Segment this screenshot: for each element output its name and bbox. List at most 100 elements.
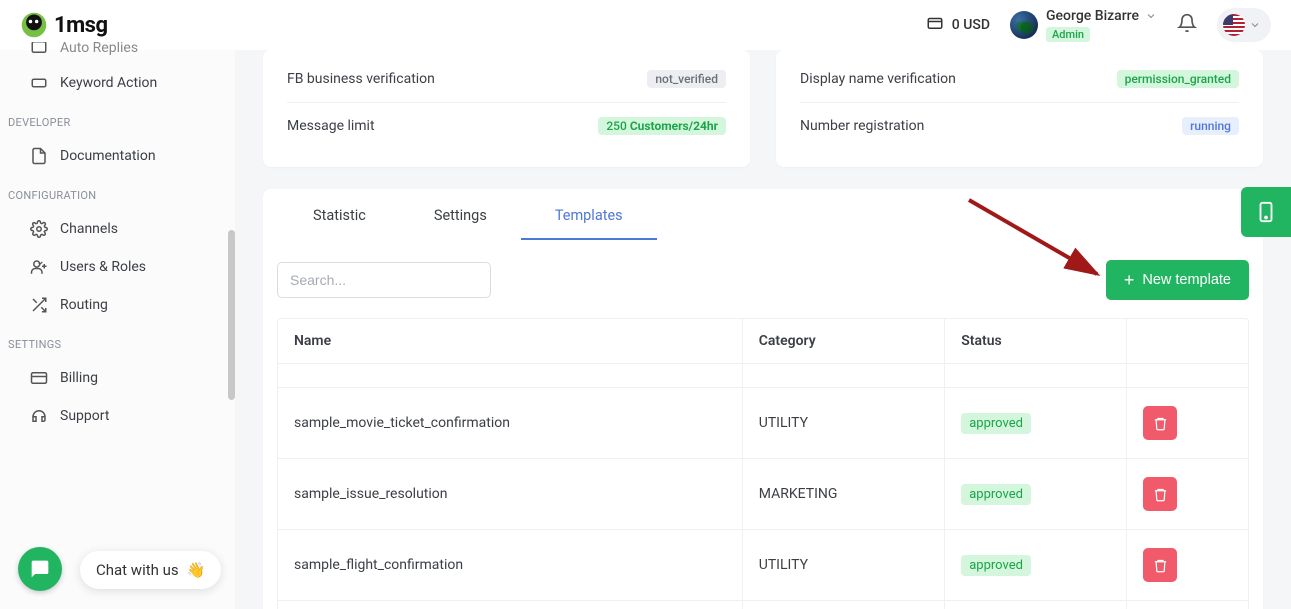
sidebar-group-settings: SETTINGS xyxy=(0,324,235,359)
th-name[interactable]: Name xyxy=(277,318,743,364)
th-category[interactable]: Category xyxy=(743,318,945,364)
sidebar-label: Auto Replies xyxy=(60,42,138,56)
cell-name: sample_movie_ticket_confirmation xyxy=(277,388,743,459)
sidebar: Auto Replies Keyword Action DEVELOPER Do… xyxy=(0,50,235,609)
wallet-icon xyxy=(926,14,944,36)
shuffle-icon xyxy=(30,296,48,314)
bell-icon[interactable] xyxy=(1177,13,1197,37)
th-actions xyxy=(1127,318,1249,364)
tab-statistic[interactable]: Statistic xyxy=(279,189,400,240)
delete-button[interactable] xyxy=(1143,548,1177,582)
reply-icon xyxy=(30,42,48,56)
preview-device-fab[interactable] xyxy=(1241,187,1291,237)
status-pill: approved xyxy=(961,555,1031,576)
card-label: Message limit xyxy=(287,118,375,134)
chat-bubble[interactable]: Chat with us 👋 xyxy=(80,551,221,589)
status-pill: approved xyxy=(961,484,1031,505)
card-fb-status: FB business verification not_verified Me… xyxy=(263,50,750,167)
delete-button[interactable] xyxy=(1143,406,1177,440)
chevron-down-icon xyxy=(1249,19,1261,31)
new-template-button[interactable]: + New template xyxy=(1106,260,1249,300)
card-label: Display name verification xyxy=(800,71,956,87)
sidebar-label: Channels xyxy=(60,221,118,237)
trash-icon xyxy=(1153,487,1168,502)
table-row: sample_issue_resolution MARKETING approv… xyxy=(277,459,1249,530)
cell-status: approved xyxy=(945,459,1127,530)
headset-icon xyxy=(30,407,48,425)
chat-icon xyxy=(30,559,50,579)
brand-mark-icon xyxy=(20,11,48,39)
sidebar-item-billing[interactable]: Billing xyxy=(0,359,235,397)
avatar xyxy=(1010,11,1038,39)
cell-status: approved xyxy=(945,601,1127,609)
status-badge: not_verified xyxy=(647,70,726,88)
tab-settings[interactable]: Settings xyxy=(400,189,521,240)
chat-fab[interactable] xyxy=(18,547,62,591)
document-icon xyxy=(30,147,48,165)
sidebar-group-configuration: CONFIGURATION xyxy=(0,175,235,210)
cell-name: sample_flight_confirmation xyxy=(277,530,743,601)
delete-button[interactable] xyxy=(1143,477,1177,511)
card-row: Message limit 250 Customers/24hr xyxy=(287,103,726,149)
sidebar-item-routing[interactable]: Routing xyxy=(0,286,235,324)
sidebar-item-keyword-action[interactable]: Keyword Action xyxy=(0,64,235,102)
cell-category: UTILITY xyxy=(743,530,945,601)
card-label: Number registration xyxy=(800,118,924,134)
plus-icon: + xyxy=(1124,271,1135,289)
card-row: FB business verification not_verified xyxy=(287,56,726,103)
app-body: Auto Replies Keyword Action DEVELOPER Do… xyxy=(0,50,1291,609)
sidebar-item-auto-replies[interactable]: Auto Replies xyxy=(0,42,235,56)
sidebar-label: Billing xyxy=(60,370,98,386)
sidebar-item-channels[interactable]: Channels xyxy=(0,210,235,248)
templates-table: Name Category Status sample_movie_ticket… xyxy=(277,318,1249,609)
gear-icon xyxy=(30,220,48,238)
table-row-empty xyxy=(277,364,1249,388)
wave-emoji: 👋 xyxy=(187,561,206,579)
card-number-status: Display name verification permission_gra… xyxy=(776,50,1263,167)
tab-bar: Statistic Settings Templates xyxy=(263,189,1263,240)
sidebar-label: Documentation xyxy=(60,148,156,164)
cell-category: UTILITY xyxy=(743,388,945,459)
smartphone-icon xyxy=(1255,199,1277,225)
keyboard-icon xyxy=(30,74,48,92)
scrollbar-thumb[interactable] xyxy=(228,230,235,400)
panel-toolbar: + New template xyxy=(263,240,1263,318)
wallet-amount: 0 USD xyxy=(952,17,990,33)
th-status[interactable]: Status xyxy=(945,318,1127,364)
cell-name: sample_movie_ticket_confirmation xyxy=(277,601,743,609)
cell-category: MARKETING xyxy=(743,459,945,530)
trash-icon xyxy=(1153,416,1168,431)
status-badge: permission_granted xyxy=(1117,70,1239,88)
flag-us-icon xyxy=(1223,14,1245,36)
chevron-down-icon xyxy=(1145,10,1157,22)
sidebar-label: Keyword Action xyxy=(60,75,157,91)
templates-panel: Statistic Settings Templates + New templ… xyxy=(263,189,1263,609)
status-badge: 250 Customers/24hr xyxy=(598,117,726,135)
main-content: FB business verification not_verified Me… xyxy=(235,50,1291,609)
sidebar-item-users-roles[interactable]: Users & Roles xyxy=(0,248,235,286)
brand-name: 1msg xyxy=(54,13,108,38)
user-name: George Bizarre xyxy=(1046,8,1139,25)
search-input[interactable] xyxy=(277,262,491,298)
sidebar-label: Routing xyxy=(60,297,108,313)
cell-actions xyxy=(1127,388,1249,459)
wallet-balance[interactable]: 0 USD xyxy=(926,14,990,36)
new-template-label: New template xyxy=(1142,272,1231,288)
cell-actions xyxy=(1127,601,1249,609)
sidebar-item-documentation[interactable]: Documentation xyxy=(0,137,235,175)
cell-category: UTILITY xyxy=(743,601,945,609)
sidebar-group-developer: DEVELOPER xyxy=(0,102,235,137)
chat-text: Chat with us xyxy=(96,561,179,579)
card-label: FB business verification xyxy=(287,71,435,87)
trash-icon xyxy=(1153,558,1168,573)
header-right: 0 USD George Bizarre Admin xyxy=(926,8,1271,42)
tab-templates[interactable]: Templates xyxy=(521,189,657,240)
cell-actions xyxy=(1127,530,1249,601)
user-menu[interactable]: George Bizarre Admin xyxy=(1010,8,1157,42)
status-pill: approved xyxy=(961,413,1031,434)
brand-logo[interactable]: 1msg xyxy=(20,11,108,39)
sidebar-item-support[interactable]: Support xyxy=(0,397,235,435)
cell-name: sample_issue_resolution xyxy=(277,459,743,530)
language-switcher[interactable] xyxy=(1217,8,1271,42)
status-badge: running xyxy=(1182,117,1239,135)
